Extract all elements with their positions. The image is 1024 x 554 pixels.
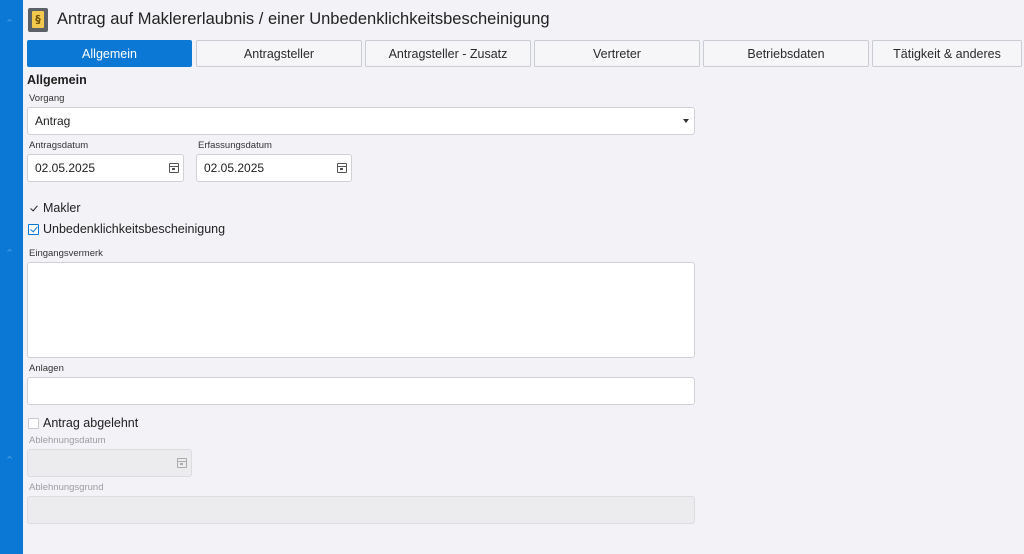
calendar-icon[interactable] bbox=[169, 163, 179, 173]
antragsdatum-field[interactable]: 02.05.2025 bbox=[27, 154, 184, 182]
unbedenklichkeit-checkbox[interactable] bbox=[28, 223, 39, 235]
chevron-up-icon[interactable]: ⌃ bbox=[5, 455, 17, 467]
tab-allgemein[interactable]: Allgemein bbox=[27, 40, 192, 67]
anlagen-field[interactable] bbox=[27, 377, 695, 405]
ablehnungsgrund-field bbox=[27, 496, 695, 524]
unbedenklichkeit-checkbox-row[interactable]: Unbedenklichkeitsbescheinigung bbox=[28, 222, 225, 236]
vorgang-select[interactable]: Antrag bbox=[27, 107, 695, 135]
eingangsvermerk-label: Eingangsvermerk bbox=[29, 248, 103, 259]
tab-betriebsdaten[interactable]: Betriebsdaten bbox=[703, 40, 869, 67]
erfassungsdatum-field[interactable]: 02.05.2025 bbox=[196, 154, 352, 182]
calendar-icon[interactable] bbox=[337, 163, 347, 173]
chevron-up-icon[interactable]: ⌃ bbox=[5, 18, 17, 30]
vorgang-label: Vorgang bbox=[29, 93, 65, 104]
ablehnungsgrund-label: Ablehnungsgrund bbox=[29, 482, 104, 493]
app-window: ⌃ ⌃ ⌃ § Antrag auf Maklererlaubnis / ein… bbox=[0, 0, 1024, 554]
antragsdatum-value: 02.05.2025 bbox=[35, 161, 96, 175]
tab-vertreter[interactable]: Vertreter bbox=[534, 40, 700, 67]
calendar-icon bbox=[177, 458, 187, 468]
tab-taetigkeit-anderes[interactable]: Tätigkeit & anderes bbox=[872, 40, 1022, 67]
page-title: Antrag auf Maklererlaubnis / einer Unbed… bbox=[57, 10, 550, 28]
makler-checkbox[interactable] bbox=[28, 203, 39, 214]
ablehnungsdatum-field bbox=[27, 449, 192, 477]
dropdown-arrow-icon[interactable] bbox=[683, 119, 689, 123]
section-title: Allgemein bbox=[27, 73, 87, 87]
eingangsvermerk-textarea[interactable] bbox=[27, 262, 695, 358]
tab-antragsteller-zusatz[interactable]: Antragsteller - Zusatz bbox=[365, 40, 531, 67]
makler-checkbox-row[interactable]: Makler bbox=[28, 201, 81, 215]
document-paragraph-icon: § bbox=[28, 8, 48, 32]
erfassungsdatum-label: Erfassungsdatum bbox=[198, 140, 272, 151]
abgelehnt-label: Antrag abgelehnt bbox=[43, 416, 139, 430]
left-navigation-strip[interactable]: ⌃ ⌃ ⌃ bbox=[0, 0, 23, 554]
makler-label: Makler bbox=[43, 201, 81, 215]
anlagen-label: Anlagen bbox=[29, 363, 64, 374]
abgelehnt-checkbox[interactable] bbox=[28, 417, 39, 429]
ablehnungsdatum-label: Ablehnungsdatum bbox=[29, 435, 106, 446]
tab-bar: Allgemein Antragsteller Antragsteller - … bbox=[27, 40, 1024, 67]
erfassungsdatum-value: 02.05.2025 bbox=[204, 161, 265, 175]
antragsdatum-label: Antragsdatum bbox=[29, 140, 89, 151]
unbedenklichkeit-label: Unbedenklichkeitsbescheinigung bbox=[43, 222, 226, 236]
chevron-up-icon[interactable]: ⌃ bbox=[5, 248, 17, 260]
vorgang-value: Antrag bbox=[35, 114, 71, 128]
abgelehnt-checkbox-row[interactable]: Antrag abgelehnt bbox=[28, 416, 138, 430]
tab-antragsteller[interactable]: Antragsteller bbox=[196, 40, 362, 67]
window-header: § Antrag auf Maklererlaubnis / einer Unb… bbox=[23, 0, 1024, 40]
